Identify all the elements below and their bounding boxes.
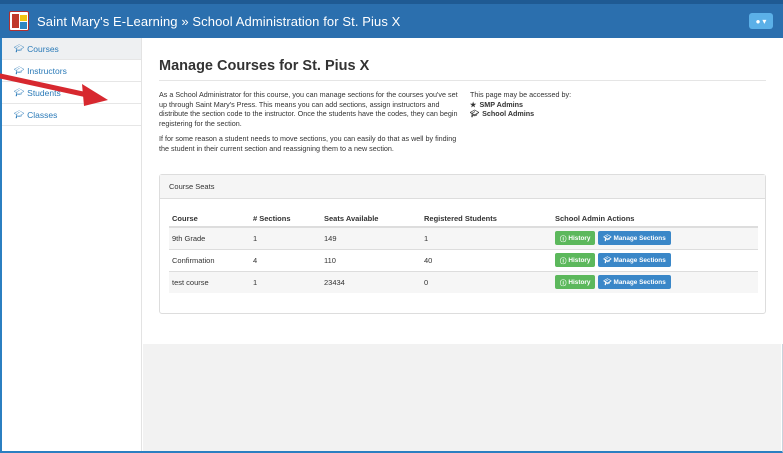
column-header: Registered Students — [421, 211, 552, 228]
button-label: History — [568, 256, 591, 264]
sidebar-item-label: Students — [27, 87, 61, 98]
intro-paragraph: As a School Administrator for this cours… — [159, 90, 458, 128]
graduation-cap-icon: 🎓︎ — [14, 66, 25, 75]
manage-sections-button[interactable]: 🎓︎ Manage Sections — [598, 275, 671, 290]
button-label: History — [568, 278, 591, 286]
sidebar-item-students[interactable]: 🎓︎ Students — [2, 82, 141, 104]
manage-sections-button[interactable]: 🎓︎ Manage Sections — [598, 231, 671, 246]
intro-text: As a School Administrator for this cours… — [159, 90, 459, 160]
cell-sections: 1 — [250, 226, 321, 249]
cell-sections: 4 — [250, 248, 321, 271]
sidebar-item-label: Classes — [27, 109, 58, 120]
user-menu-button[interactable]: ● ▾ — [749, 13, 773, 29]
intro-paragraph: If for some reason a student needs to mo… — [159, 134, 457, 153]
sidebar: 🎓︎ Courses 🎓︎ Instructors 🎓︎ Students 🎓︎… — [2, 38, 142, 451]
cell-course: 9th Grade — [169, 226, 250, 249]
info-circle-icon: ⓘ — [560, 235, 567, 243]
graduation-cap-icon: 🎓︎ — [14, 88, 25, 97]
table-row: 9th Grade 1 149 1 ⓘ History 🎓︎ Manage Secti… — [169, 226, 758, 249]
cell-actions: ⓘ History 🎓︎ Manage Sections — [552, 226, 758, 249]
graduation-cap-icon: 🎓︎ — [603, 235, 612, 243]
top-navbar: Saint Mary's E-Learning » School Adminis… — [0, 0, 783, 38]
sidebar-item-label: Instructors — [27, 65, 67, 76]
column-header: School Admin Actions — [552, 211, 758, 228]
cell-actions: ⓘ History 🎓︎ Manage Sections — [552, 270, 758, 293]
app-title[interactable]: Saint Mary's E-Learning » School Adminis… — [37, 14, 400, 29]
access-item: 🎓︎ School Admins — [470, 109, 630, 119]
cell-registered: 40 — [421, 248, 552, 271]
cell-registered: 1 — [421, 226, 552, 249]
cell-registered: 0 — [421, 270, 552, 293]
cell-course: Confirmation — [169, 248, 250, 271]
main-content: Manage Courses for St. Pius X As a Schoo… — [143, 38, 783, 344]
column-header: # Sections — [250, 211, 321, 228]
access-heading: This page may be accessed by: — [470, 90, 572, 99]
access-info: This page may be accessed by: ★ SMP Admin… — [470, 90, 630, 119]
course-seats-panel: Course Seats Course # Sections Seats Ava… — [159, 174, 766, 314]
cell-sections: 1 — [250, 270, 321, 293]
table-row: Confirmation 4 110 40 ⓘ History 🎓︎ Manage S… — [169, 248, 758, 271]
table-row: test course 1 23434 0 ⓘ History 🎓︎ Manage S… — [169, 270, 758, 293]
history-button[interactable]: ⓘ History — [555, 253, 596, 267]
graduation-cap-icon: 🎓︎ — [14, 110, 25, 119]
title-divider — [159, 80, 766, 81]
sidebar-item-label: Courses — [27, 43, 59, 54]
graduation-cap-icon: 🎓︎ — [14, 44, 25, 53]
brand-logo[interactable] — [9, 11, 29, 31]
sidebar-item-classes[interactable]: 🎓︎ Classes — [2, 104, 141, 126]
panel-heading: Course Seats — [160, 175, 765, 199]
info-circle-icon: ⓘ — [560, 279, 567, 287]
info-circle-icon: ⓘ — [560, 257, 567, 265]
history-button[interactable]: ⓘ History — [555, 275, 596, 290]
sidebar-item-courses[interactable]: 🎓︎ Courses — [2, 38, 141, 60]
cell-actions: ⓘ History 🎓︎ Manage Sections — [552, 248, 758, 271]
table-header-row: Course # Sections Seats Available Regist… — [169, 211, 758, 228]
cell-seats: 110 — [321, 248, 421, 271]
star-icon: ★ — [470, 99, 477, 109]
user-icon: ● — [755, 16, 761, 26]
button-label: Manage Sections — [613, 278, 666, 286]
graduation-cap-icon: 🎓︎ — [603, 257, 612, 264]
manage-sections-button[interactable]: 🎓︎ Manage Sections — [598, 253, 671, 267]
button-label: History — [568, 234, 591, 242]
sidebar-item-instructors[interactable]: 🎓︎ Instructors — [2, 60, 141, 82]
access-item-label: SMP Admins — [479, 99, 523, 109]
page-title: Manage Courses for St. Pius X — [159, 58, 370, 74]
history-button[interactable]: ⓘ History — [555, 231, 596, 246]
button-label: Manage Sections — [613, 256, 666, 264]
graduation-cap-icon: 🎓︎ — [470, 109, 480, 119]
access-item-label: School Admins — [482, 109, 535, 119]
access-item: ★ SMP Admins — [470, 100, 630, 110]
caret-down-icon: ▾ — [762, 16, 767, 26]
cell-seats: 23434 — [321, 270, 421, 293]
graduation-cap-icon: 🎓︎ — [603, 279, 612, 287]
cell-seats: 149 — [321, 226, 421, 249]
column-header: Seats Available — [321, 211, 421, 228]
cell-course: test course — [169, 270, 250, 293]
column-header: Course — [169, 211, 250, 228]
main-footer-area — [143, 344, 781, 451]
button-label: Manage Sections — [613, 234, 666, 242]
course-seats-table: Course # Sections Seats Available Regist… — [169, 211, 758, 293]
